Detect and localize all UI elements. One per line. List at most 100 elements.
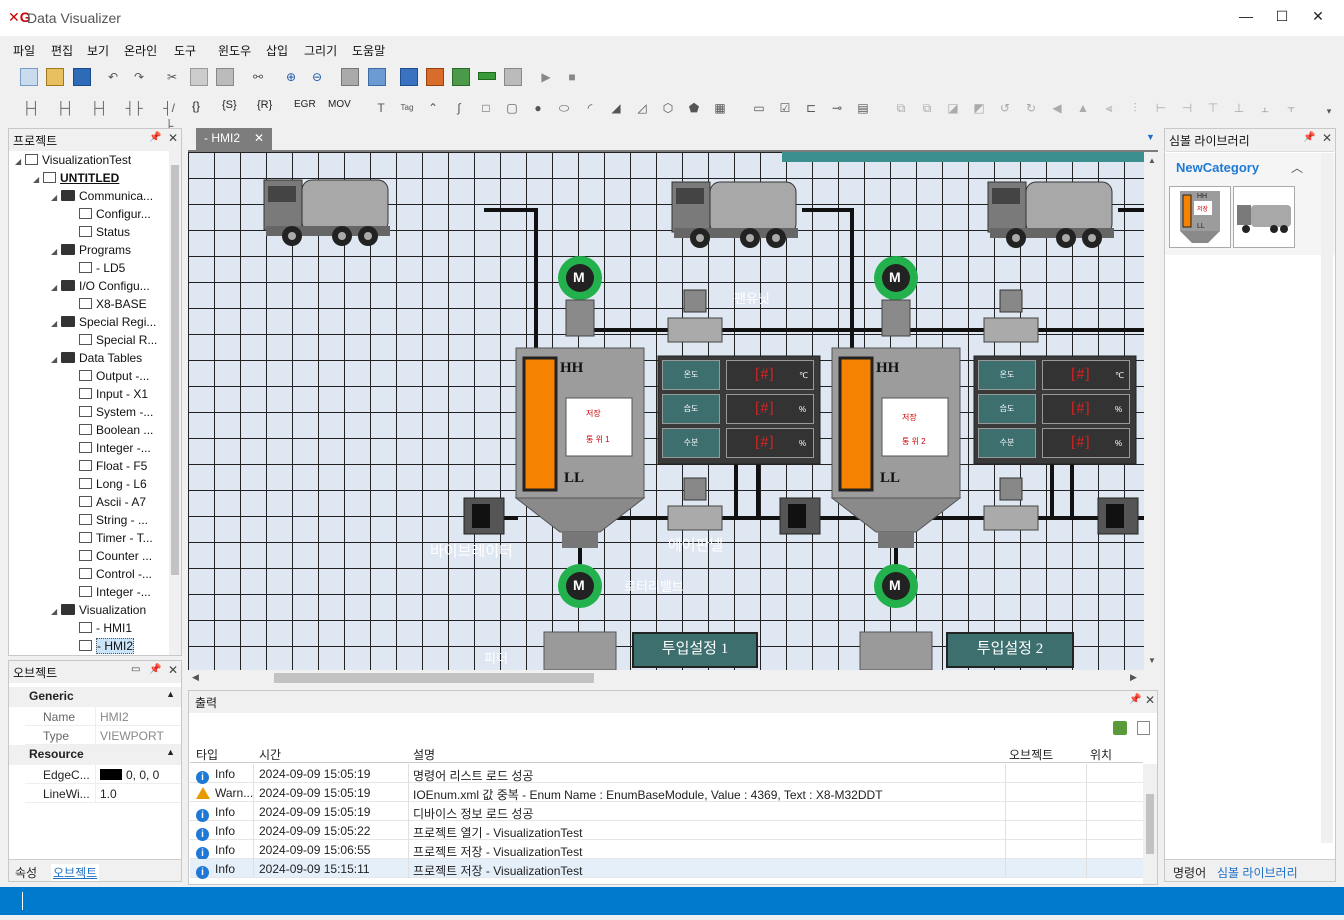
scroll-right-icon[interactable]: ▶ [1130, 672, 1137, 683]
scroll-up-icon[interactable]: ▲ [1148, 156, 1156, 165]
scroll-left-icon[interactable]: ◀ [192, 672, 199, 683]
close-icon[interactable]: ✕ [1145, 693, 1155, 707]
bring-front-icon[interactable]: ◪ [944, 99, 962, 117]
pin-icon[interactable]: 📌 [149, 132, 161, 143]
expand-arrow-icon[interactable]: ◢ [51, 607, 61, 616]
slider-tool-icon[interactable]: ⊸ [828, 99, 846, 117]
open-folder-icon[interactable] [46, 68, 64, 86]
tree-item[interactable]: ◢ Data Tables [51, 351, 142, 369]
rectangle-tool-icon[interactable]: □ [477, 99, 495, 117]
window-icon[interactable]: ▭ [131, 664, 140, 675]
menu-view[interactable]: 보기 [87, 42, 109, 59]
symbol-tank[interactable]: HH 저장 LL [1169, 186, 1231, 248]
contact-no-icon[interactable]: ┤├ [125, 99, 143, 117]
frame-tool-icon[interactable]: ⊏ [802, 99, 820, 117]
branch-level-icon[interactable]: ├┤ [90, 99, 108, 117]
scroll-down-icon[interactable]: ▼ [1148, 656, 1156, 665]
run-icon[interactable]: ▶ [537, 68, 555, 86]
tree-item[interactable]: Special R... [69, 333, 157, 351]
output-row[interactable]: Warn... 2024-09-09 15:05:19 IOEnum.xml 값 중… [190, 783, 1143, 802]
tree-item[interactable]: ◢ Communica... [51, 189, 153, 207]
expand-arrow-icon[interactable]: ◢ [51, 247, 61, 256]
feed-setting-1-button[interactable]: 투입설정 1 [632, 632, 758, 668]
find-icon[interactable]: ⚯ [249, 68, 267, 86]
expand-arrow-icon[interactable]: ◢ [51, 283, 61, 292]
flip-h-icon[interactable]: ◀ [1048, 99, 1066, 117]
col-description[interactable]: 설명 [413, 746, 435, 763]
display-tool-icon[interactable]: ▤ [854, 99, 872, 117]
symbol-truck[interactable] [1233, 186, 1295, 248]
cut-icon[interactable]: ✂ [163, 68, 181, 86]
rotate-right-icon[interactable]: ↻ [1022, 99, 1040, 117]
egr-button[interactable]: EGR [294, 99, 316, 110]
category-name[interactable]: NewCategory [1176, 160, 1259, 175]
tree-scroll-thumb[interactable] [171, 165, 179, 575]
zoom-in-icon[interactable]: ⊕ [282, 68, 300, 86]
col-time[interactable]: 시간 [259, 746, 281, 763]
connect-icon[interactable] [452, 68, 470, 86]
pin-icon[interactable]: 📌 [1129, 694, 1141, 705]
stop-icon[interactable]: ■ [563, 68, 581, 86]
ungroup-icon[interactable]: ⧉ [918, 99, 936, 117]
toolbar-overflow-icon[interactable]: ▾ [1320, 102, 1338, 120]
hmi-canvas[interactable]: M M M M HH LL HH LL 저장 통 위 1 저장 통 위 2 온도… [188, 152, 1144, 670]
menu-draw[interactable]: 그리기 [304, 42, 337, 59]
output-row[interactable]: i Info 2024-09-09 15:06:55 프로젝트 저장 - Visual… [190, 840, 1143, 860]
menu-file[interactable]: 파일 [13, 42, 35, 59]
output-row[interactable]: i Info 2024-09-09 15:05:19 디바이스 정보 로드 성공 [190, 802, 1143, 822]
tree-item[interactable]: Boolean ... [69, 423, 153, 441]
tree-item[interactable]: X8-BASE [69, 297, 147, 315]
output-row[interactable]: i Info 2024-09-09 15:15:11 프로젝트 저장 - Visual… [190, 859, 1143, 879]
expand-arrow-icon[interactable]: ◢ [15, 157, 25, 166]
prop-line-value[interactable]: 1.0 [95, 784, 181, 803]
canvas-vscrollbar[interactable]: ▲ ▼ [1144, 152, 1158, 670]
output-scroll-thumb[interactable] [1146, 794, 1154, 854]
collapse-chevron-icon[interactable]: ︿ [1291, 159, 1303, 176]
grid-icon[interactable] [368, 68, 386, 86]
pin-icon[interactable]: 📌 [149, 664, 161, 675]
tree-item[interactable]: String - ... [69, 513, 148, 531]
flip-v-icon[interactable]: ▲ [1074, 99, 1092, 117]
mov-button[interactable]: MOV [328, 99, 351, 110]
prop-edge-value[interactable]: 0, 0, 0 [95, 765, 181, 784]
close-button[interactable]: ✕ [1308, 8, 1328, 28]
tree-item[interactable]: Float - F5 [69, 459, 147, 477]
button-tool-icon[interactable]: ▭ [750, 99, 768, 117]
tree-item[interactable]: Counter ... [69, 549, 152, 567]
tree-item[interactable]: ◢ UNTITLED [33, 171, 119, 189]
tree-item[interactable]: Input - X1 [69, 387, 148, 405]
tree-item[interactable]: ◢ Programs [51, 243, 131, 261]
tab-list-dropdown-icon[interactable]: ▼ [1146, 132, 1155, 142]
align-center-icon[interactable]: ⫶ [1126, 99, 1144, 117]
close-icon[interactable]: ✕ [168, 663, 178, 677]
tab-properties[interactable]: 속성 [15, 864, 37, 881]
line-tool-icon[interactable]: ⌃ [424, 99, 442, 117]
tree-item[interactable]: ◢ VisualizationTest [15, 153, 131, 171]
col-type[interactable]: 타입 [196, 746, 218, 763]
expand-arrow-icon[interactable]: ◢ [51, 355, 61, 364]
tab-object[interactable]: 오브젝트 [51, 864, 100, 881]
tree-item[interactable]: Ascii - A7 [69, 495, 146, 513]
tab-symbol-library[interactable]: 심볼 라이브러리 [1217, 864, 1298, 881]
menu-window[interactable]: 윈도우 [218, 42, 251, 59]
copy-icon[interactable] [190, 68, 208, 86]
expand-arrow-icon[interactable]: ◢ [51, 319, 61, 328]
rotate-left-icon[interactable]: ↺ [996, 99, 1014, 117]
output-row[interactable]: i Info 2024-09-09 15:05:19 명령어 리스트 로드 성공 [190, 764, 1143, 784]
collapse-icon[interactable]: ▲ [166, 747, 175, 757]
chord-tool-icon[interactable]: ◿ [633, 99, 651, 117]
prop-type-value[interactable]: VIEWPORT [95, 726, 181, 745]
pie-tool-icon[interactable]: ◢ [607, 99, 625, 117]
tree-item[interactable]: Integer -... [69, 441, 151, 459]
menu-online[interactable]: 온라인 [124, 42, 157, 59]
tree-item[interactable]: Configur... [69, 207, 151, 225]
shape-tool-icon[interactable]: ⬟ [685, 99, 703, 117]
tree-item[interactable]: Control -... [69, 567, 152, 585]
contact-nc-icon[interactable]: ┤/├ [160, 99, 178, 133]
tag-tool-icon[interactable]: Tag [398, 99, 416, 117]
curve-tool-icon[interactable]: ∫ [450, 99, 468, 117]
tab-commands[interactable]: 명령어 [1173, 864, 1206, 881]
align-left-icon[interactable]: ⫷ [1100, 99, 1118, 117]
align-vcenter-icon[interactable]: ⊥ [1230, 99, 1248, 117]
tree-item[interactable]: Timer - T... [69, 531, 153, 549]
